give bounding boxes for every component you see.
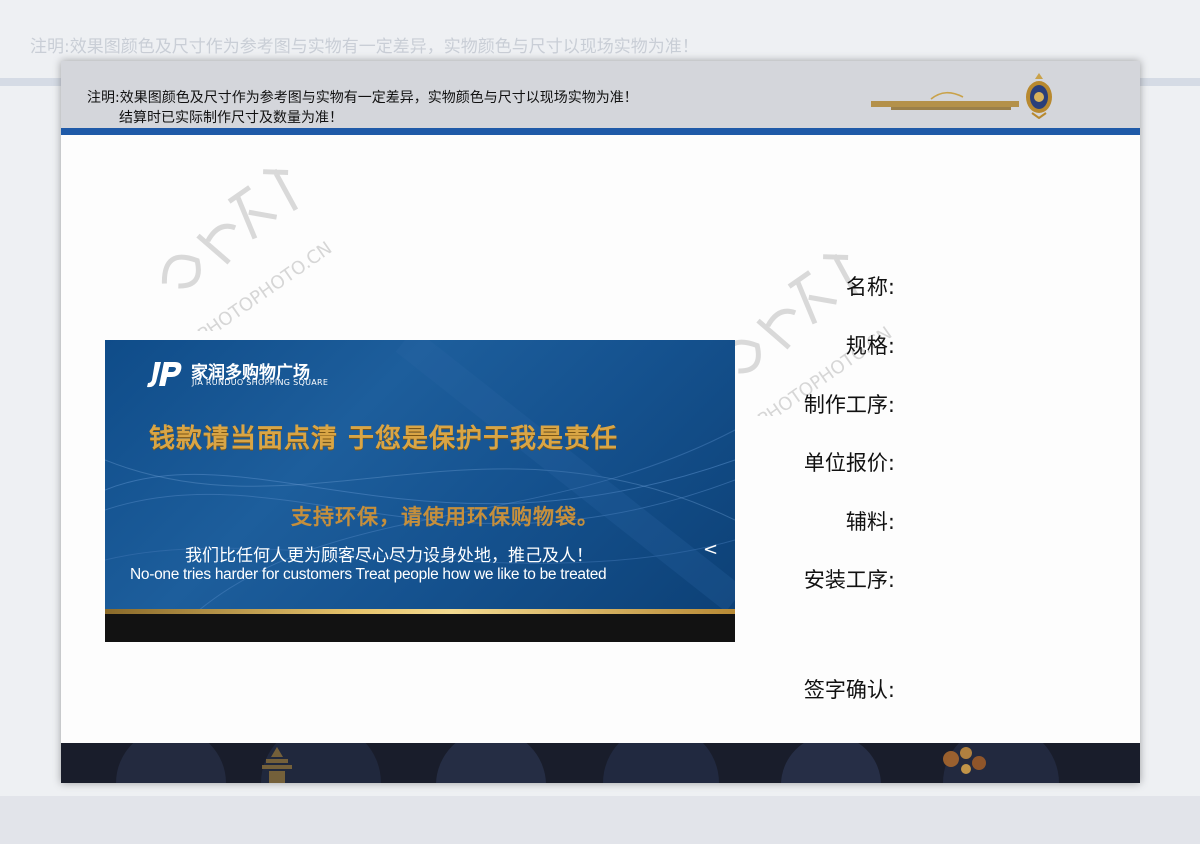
sign-subheadline: 支持环保，请使用环保购物袋。 [291,505,599,529]
sign-slogan-chinese: 我们比任何人更为顾客尽心尽力设身处地，推己及人！ [185,546,593,566]
studio-wordmark-icon [871,91,1019,110]
sign-brand-english: JIA RUNDUO SHOPPING SQUARE [192,378,329,387]
sign-headline: 钱款请当面点清 于您是保护于我是责任 [149,424,619,454]
sign-black-base [105,614,735,642]
studio-emblem-icon [1026,73,1052,119]
svg-text:PHOTOPHOTO.CN: PHOTOPHOTO.CN [194,238,336,331]
background-note: 注明:效果图颜色及尺寸作为参考图与实物有一定差异，实物颜色与尺寸以现场实物为准！ [30,37,699,57]
background-bottom-strip [0,796,1200,844]
sign-preview: 家润多购物广场 JIA RUNDUO SHOPPING SQUARE 钱款请当面… [105,340,735,642]
spec-sign-label: 签字确认: [803,678,895,702]
header-accent-line [61,128,1140,135]
board-footer [61,743,1140,783]
spec-name-label: 名称: [845,275,895,299]
disclaimer-line-2: 结算时已实际制作尺寸及数量为准！ [119,110,343,126]
design-board: 注明:效果图颜色及尺寸作为参考图与实物有一定差异，实物颜色与尺寸以现场实物为准！… [61,61,1140,783]
chevron-left-icon: < [703,539,719,560]
jrd-logo-icon [147,362,182,388]
footer-decoration [116,743,1059,783]
sign-slogan-english: No-one tries harder for customers Treat … [130,566,607,583]
photophoto-watermark-icon: PHOTOPHOTO.CN [161,168,336,331]
disclaimer-line-1: 注明:效果图颜色及尺寸作为参考图与实物有一定差异，实物颜色与尺寸以现场实物为准！ [87,90,638,106]
board-header: 注明:效果图颜色及尺寸作为参考图与实物有一定差异，实物颜色与尺寸以现场实物为准！… [61,61,1140,128]
